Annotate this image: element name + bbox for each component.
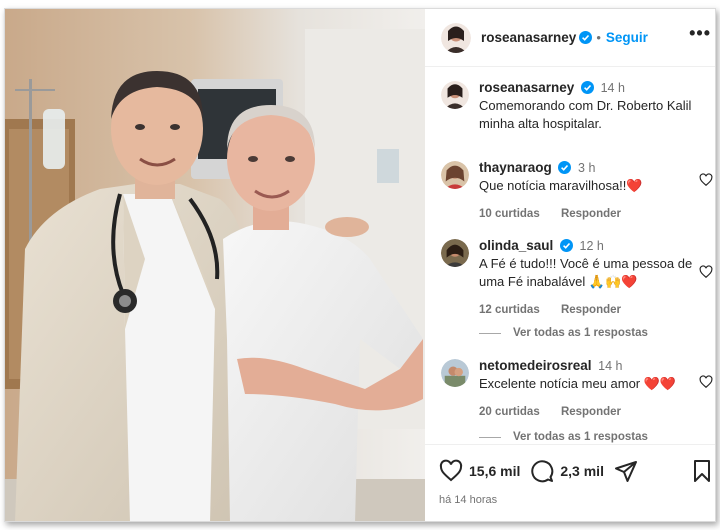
heart-icon[interactable] xyxy=(699,375,713,389)
comment-item: thaynaraog 3 h Que notícia maravilhosa!!… xyxy=(441,159,713,229)
replies-divider xyxy=(479,332,501,334)
comment-item: netomedeirosreal 14 h Excelente notícia … xyxy=(441,357,713,427)
comment-button[interactable]: 2,3 mil xyxy=(530,459,604,483)
comment-text: Que notícia maravilhosa!!❤️ xyxy=(479,178,643,193)
post-photo[interactable] xyxy=(5,9,425,521)
verified-icon xyxy=(559,239,573,252)
reply-button[interactable]: Responder xyxy=(561,406,621,418)
comment-likes[interactable]: 20 curtidas xyxy=(479,406,540,418)
comment-text: A Fé é tudo!!! Você é uma pessoa de uma … xyxy=(479,256,693,289)
caption-avatar[interactable] xyxy=(441,81,469,109)
comment-time: 3 h xyxy=(578,161,596,175)
comment-time: 12 h xyxy=(579,239,604,253)
share-button[interactable] xyxy=(614,459,638,483)
comment-count: 2,3 mil xyxy=(560,463,604,479)
view-replies-label: Ver todas as 1 respostas xyxy=(513,431,648,443)
view-replies-button[interactable]: Ver todas as 1 respostas xyxy=(479,431,648,443)
comment-avatar[interactable] xyxy=(441,161,469,189)
follow-button[interactable]: Seguir xyxy=(606,30,648,45)
verified-icon xyxy=(558,161,572,174)
post-actions: 15,6 mil 2,3 mil há 14 horas xyxy=(425,444,715,521)
verified-icon xyxy=(579,31,593,44)
view-replies-label: Ver todas as 1 respostas xyxy=(513,327,648,339)
post-photo-image xyxy=(5,9,425,521)
post-side-panel: roseanasarney • Seguir ••• roseanasarney… xyxy=(425,9,715,521)
comment-likes[interactable]: 12 curtidas xyxy=(479,304,540,316)
comment-item: olinda_saul 12 h A Fé é tudo!!! Você é u… xyxy=(441,237,713,327)
verified-icon xyxy=(580,81,594,94)
reply-button[interactable]: Responder xyxy=(561,208,621,220)
heart-icon xyxy=(439,459,463,482)
comment-username[interactable]: olinda_saul xyxy=(479,238,553,253)
separator-dot: • xyxy=(596,30,601,45)
heart-icon[interactable] xyxy=(699,173,713,187)
heart-icon[interactable] xyxy=(699,265,713,279)
comments-list[interactable]: roseanasarney 14 h Comemorando com Dr. R… xyxy=(425,67,715,444)
replies-divider xyxy=(479,436,501,438)
caption-text: Comemorando com Dr. Roberto Kalil minha … xyxy=(479,98,692,131)
comment-avatar[interactable] xyxy=(441,359,469,387)
comment-username[interactable]: thaynaraog xyxy=(479,160,552,175)
comment-likes[interactable]: 10 curtidas xyxy=(479,208,540,220)
reply-button[interactable]: Responder xyxy=(561,304,621,316)
comment-icon xyxy=(531,460,554,483)
author-username[interactable]: roseanasarney xyxy=(481,30,576,45)
post-timestamp: há 14 horas xyxy=(439,494,498,506)
instagram-post-window: roseanasarney • Seguir ••• roseanasarney… xyxy=(4,8,716,522)
more-icon[interactable]: ••• xyxy=(689,23,711,44)
view-replies-button[interactable]: Ver todas as 1 respostas xyxy=(479,327,648,339)
bookmark-icon[interactable] xyxy=(691,459,713,483)
caption-time: 14 h xyxy=(600,81,625,95)
comment-time: 14 h xyxy=(598,359,623,373)
caption-username[interactable]: roseanasarney xyxy=(479,80,574,95)
comment-username[interactable]: netomedeirosreal xyxy=(479,358,592,373)
like-count: 15,6 mil xyxy=(469,463,521,479)
like-button[interactable]: 15,6 mil xyxy=(439,459,520,483)
post-header: roseanasarney • Seguir ••• xyxy=(425,9,715,67)
share-icon xyxy=(614,461,637,482)
comment-text: Excelente notícia meu amor ❤️❤️ xyxy=(479,376,677,391)
author-avatar[interactable] xyxy=(441,22,471,53)
comment-avatar[interactable] xyxy=(441,239,469,267)
